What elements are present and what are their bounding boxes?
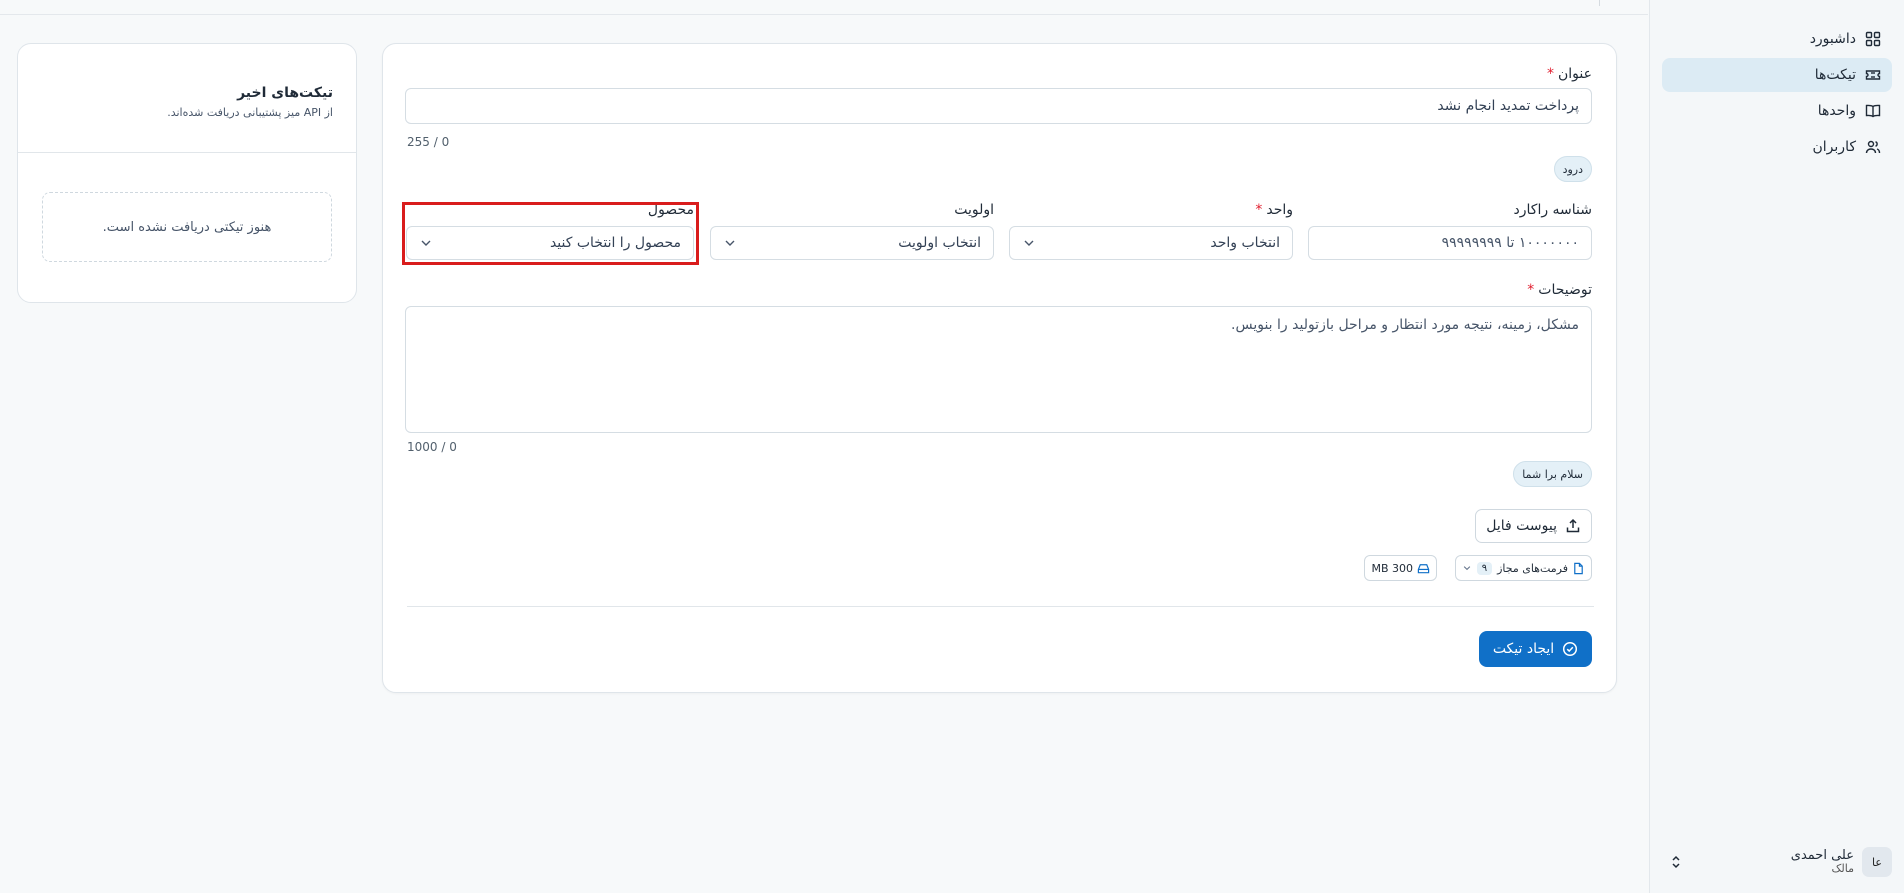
attach-file-label: پیوست فایل bbox=[1486, 518, 1557, 534]
unit-placeholder: انتخاب واحد bbox=[1210, 235, 1280, 251]
formats-count-badge: ۹ bbox=[1476, 561, 1493, 575]
recent-tickets-divider bbox=[18, 152, 356, 153]
unit-select[interactable]: انتخاب واحد bbox=[1009, 226, 1293, 260]
recent-tickets-subtitle: از API میز پشتیبانی دریافت شده‌اند. bbox=[167, 106, 333, 119]
unit-label: واحد* bbox=[1255, 202, 1293, 218]
upload-icon bbox=[1565, 518, 1581, 534]
sidebar-nav: داشبورد تیکت‌ها واحدها کاربران bbox=[1662, 22, 1892, 166]
chevron-down-icon bbox=[1022, 236, 1036, 250]
user-role: مالک bbox=[1831, 862, 1854, 876]
user-info: علی احمدی مالک bbox=[1790, 847, 1854, 876]
recent-tickets-empty-state: هنوز تیکتی دریافت نشده است. bbox=[42, 192, 332, 262]
user-name: علی احمدی bbox=[1790, 847, 1854, 863]
title-label: عنوان* bbox=[1547, 66, 1592, 82]
sidebar: داشبورد تیکت‌ها واحدها کاربران عا علی اح… bbox=[1649, 0, 1904, 893]
users-icon bbox=[1864, 138, 1882, 156]
sidebar-item-label: تیکت‌ها bbox=[1814, 67, 1856, 83]
allowed-formats-label: فرمت‌های مجاز bbox=[1497, 561, 1568, 575]
dashboard-icon bbox=[1864, 30, 1882, 48]
new-ticket-form: عنوان* پرداخت تمدید انجام نشد 255 / 0 در… bbox=[382, 43, 1617, 693]
max-size-label: 300 MB bbox=[1371, 561, 1413, 575]
description-textarea[interactable]: مشکل، زمینه، نتیجه مورد انتظار و مراحل ب… bbox=[405, 306, 1592, 433]
allowed-formats-dropdown[interactable]: فرمت‌های مجاز ۹ bbox=[1454, 555, 1592, 581]
sidebar-item-dashboard[interactable]: داشبورد bbox=[1662, 22, 1892, 56]
sidebar-item-users[interactable]: کاربران bbox=[1662, 130, 1892, 164]
required-marker: * bbox=[1255, 202, 1263, 218]
file-icon bbox=[1572, 562, 1585, 575]
ticket-icon bbox=[1864, 66, 1882, 84]
recent-tickets-title: تیکت‌های اخیر bbox=[237, 85, 333, 101]
priority-placeholder: انتخاب اولویت bbox=[898, 235, 981, 251]
chevron-down-icon bbox=[1462, 563, 1472, 573]
sidebar-item-tickets[interactable]: تیکت‌ها bbox=[1662, 58, 1892, 92]
title-input[interactable]: پرداخت تمدید انجام نشد bbox=[405, 88, 1592, 124]
description-placeholder: مشکل، زمینه، نتیجه مورد انتظار و مراحل ب… bbox=[1231, 317, 1579, 333]
description-counter: 1000 / 0 bbox=[407, 440, 457, 454]
recent-tickets-card: تیکت‌های اخیر از API میز پشتیبانی دریافت… bbox=[17, 43, 357, 303]
chevron-down-icon bbox=[723, 236, 737, 250]
tracking-placeholder: ۱۰۰۰۰۰۰۰ تا ۹۹۹۹۹۹۹۹ bbox=[1441, 235, 1579, 251]
form-divider bbox=[407, 606, 1594, 607]
create-ticket-label: ایجاد تیکت bbox=[1492, 641, 1555, 657]
tracking-label: شناسه راکارد bbox=[1513, 202, 1592, 218]
max-size-badge: 300 MB bbox=[1364, 555, 1437, 581]
top-bar bbox=[0, 0, 1648, 15]
sidebar-item-label: واحدها bbox=[1817, 103, 1856, 119]
priority-select[interactable]: انتخاب اولویت bbox=[710, 226, 994, 260]
sidebar-item-label: داشبورد bbox=[1809, 31, 1856, 47]
user-menu[interactable]: عا علی احمدی مالک bbox=[1662, 839, 1892, 885]
book-icon bbox=[1864, 102, 1882, 120]
storage-icon bbox=[1417, 562, 1430, 575]
required-marker: * bbox=[1527, 282, 1535, 298]
sidebar-item-units[interactable]: واحدها bbox=[1662, 94, 1892, 128]
create-ticket-button[interactable]: ایجاد تیکت bbox=[1479, 631, 1592, 667]
title-suggestion-chip[interactable]: درود bbox=[1553, 156, 1592, 182]
title-counter: 255 / 0 bbox=[407, 135, 450, 149]
sidebar-item-label: کاربران bbox=[1812, 139, 1856, 155]
product-highlight-box bbox=[402, 202, 699, 265]
chevron-up-down-icon bbox=[1668, 854, 1684, 870]
required-marker: * bbox=[1547, 66, 1555, 82]
description-label: توضیحات* bbox=[1527, 282, 1592, 298]
attach-file-button[interactable]: پیوست فایل bbox=[1475, 509, 1592, 543]
top-bar-divider bbox=[1599, 0, 1600, 6]
description-suggestion-chip[interactable]: سلام برا شما bbox=[1513, 461, 1592, 487]
avatar: عا bbox=[1862, 847, 1892, 877]
title-value: پرداخت تمدید انجام نشد bbox=[1437, 98, 1579, 114]
priority-label: اولویت bbox=[954, 202, 994, 218]
tracking-input[interactable]: ۱۰۰۰۰۰۰۰ تا ۹۹۹۹۹۹۹۹ bbox=[1308, 226, 1592, 260]
check-circle-icon bbox=[1562, 641, 1578, 657]
